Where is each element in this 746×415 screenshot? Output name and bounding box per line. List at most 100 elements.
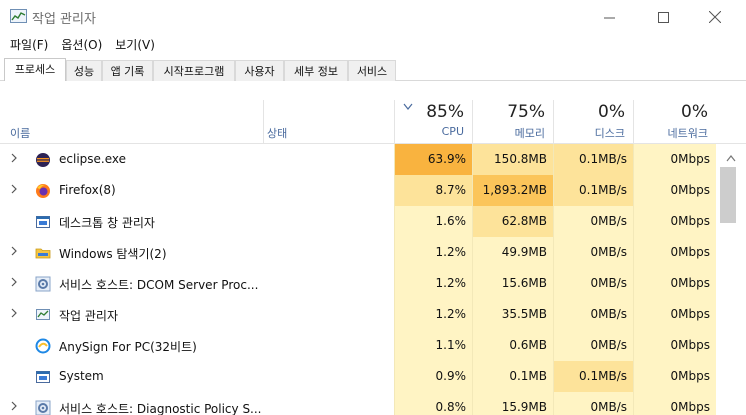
close-icon: [709, 11, 721, 23]
column-header-disk[interactable]: 0% 디스크: [553, 100, 633, 144]
process-memory-value: 49.9MB: [472, 237, 553, 268]
window-icon: [35, 369, 51, 385]
task-manager-app-icon: [10, 9, 27, 24]
disk-column-label: 디스크: [594, 127, 625, 140]
column-header-network[interactable]: 0% 네트워크: [633, 100, 716, 144]
process-name: AnySign For PC(32비트): [59, 340, 197, 354]
network-total-percent: 0%: [681, 102, 708, 122]
process-network-value: 0Mbps: [633, 144, 716, 175]
process-memory-value: 62.8MB: [472, 206, 553, 237]
cpu-column-label: CPU: [441, 125, 464, 138]
process-row[interactable]: 작업 관리자 1.2% 35.5MB 0MB/s 0Mbps: [0, 299, 716, 330]
tab-performance[interactable]: 성능: [66, 60, 102, 81]
chevron-right-icon[interactable]: [10, 400, 20, 414]
disk-total-percent: 0%: [598, 102, 625, 122]
folder-icon: [35, 245, 51, 261]
minimize-button[interactable]: [586, 0, 632, 34]
process-disk-value: 0MB/s: [553, 237, 633, 268]
column-header-cpu[interactable]: 85% CPU: [394, 100, 472, 144]
process-name: Windows 탐색기(2): [59, 247, 167, 261]
process-memory-value: 0.6MB: [472, 330, 553, 361]
tab-app-history[interactable]: 앱 기록: [102, 60, 153, 81]
scroll-up-icon[interactable]: [724, 152, 738, 164]
process-disk-value: 0MB/s: [553, 299, 633, 330]
network-column-label: 네트워크: [667, 127, 708, 140]
process-network-value: 0Mbps: [633, 237, 716, 268]
process-network-value: 0Mbps: [633, 175, 716, 206]
process-cpu-value: 63.9%: [394, 144, 472, 175]
window-icon: [35, 214, 51, 230]
process-name: 서비스 호스트: Diagnostic Policy S...: [59, 402, 262, 415]
memory-column-label: 메모리: [514, 127, 545, 140]
process-name: eclipse.exe: [59, 152, 127, 166]
process-memory-value: 1,893.2MB: [472, 175, 553, 206]
process-name: 데스크톱 창 관리자: [59, 216, 155, 230]
gear-icon: [35, 400, 51, 415]
sort-descending-icon: [403, 100, 413, 115]
column-header-name[interactable]: 이름: [10, 125, 30, 141]
vertical-scrollbar[interactable]: [716, 144, 746, 415]
process-cpu-value: 1.6%: [394, 206, 472, 237]
menu-view[interactable]: 보기(V): [115, 34, 155, 56]
window-title: 작업 관리자: [32, 12, 96, 27]
memory-total-percent: 75%: [507, 102, 545, 122]
process-disk-value: 0MB/s: [553, 268, 633, 299]
process-cpu-value: 1.2%: [394, 268, 472, 299]
process-row[interactable]: AnySign For PC(32비트) 1.1% 0.6MB 0MB/s 0Mbps: [0, 330, 716, 361]
process-row[interactable]: Firefox(8) 8.7% 1,893.2MB 0.1MB/s 0Mbps: [0, 175, 716, 206]
close-button[interactable]: [692, 0, 738, 34]
chevron-right-icon[interactable]: [10, 245, 20, 259]
tab-details[interactable]: 세부 정보: [284, 60, 348, 81]
process-row[interactable]: eclipse.exe 63.9% 150.8MB 0.1MB/s 0Mbps: [0, 144, 716, 175]
anysign-icon: [35, 338, 51, 354]
process-row[interactable]: Windows 탐색기(2) 1.2% 49.9MB 0MB/s 0Mbps: [0, 237, 716, 268]
process-memory-value: 15.6MB: [472, 268, 553, 299]
process-disk-value: 0MB/s: [553, 392, 633, 415]
chevron-right-icon[interactable]: [10, 183, 20, 197]
process-cpu-value: 8.7%: [394, 175, 472, 206]
process-row[interactable]: 서비스 호스트: DCOM Server Proc... 1.2% 15.6MB 0M…: [0, 268, 716, 299]
process-row[interactable]: 서비스 호스트: Diagnostic Policy S... 0.8% 15.9M…: [0, 392, 716, 415]
chevron-right-icon[interactable]: [10, 152, 20, 166]
scroll-thumb[interactable]: [720, 167, 736, 223]
tab-processes[interactable]: 프로세스: [4, 58, 66, 81]
column-header-memory[interactable]: 75% 메모리: [472, 100, 553, 144]
maximize-button[interactable]: [640, 0, 686, 34]
process-name: 작업 관리자: [59, 309, 119, 323]
header-divider: [263, 100, 264, 144]
process-memory-value: 35.5MB: [472, 299, 553, 330]
process-row[interactable]: System 0.9% 0.1MB 0.1MB/s 0Mbps: [0, 361, 716, 392]
menu-file[interactable]: 파일(F): [10, 34, 48, 56]
process-disk-value: 0.1MB/s: [553, 175, 633, 206]
column-header-status[interactable]: 상태: [267, 125, 287, 141]
process-memory-value: 150.8MB: [472, 144, 553, 175]
process-memory-value: 0.1MB: [472, 361, 553, 392]
column-header-row: 85% CPU 75% 메모리 0% 디스크 0% 네트워크: [0, 100, 746, 144]
gear-icon: [35, 276, 51, 292]
process-network-value: 0Mbps: [633, 361, 716, 392]
taskmgr-icon: [35, 307, 51, 323]
process-list: eclipse.exe 63.9% 150.8MB 0.1MB/s 0Mbps Firef…: [0, 144, 716, 415]
process-disk-value: 0MB/s: [553, 206, 633, 237]
menu-bar: 파일(F) 옵션(O) 보기(V): [0, 34, 746, 56]
tab-users[interactable]: 사용자: [235, 60, 284, 81]
process-network-value: 0Mbps: [633, 268, 716, 299]
process-cpu-value: 1.2%: [394, 299, 472, 330]
process-name: 서비스 호스트: DCOM Server Proc...: [59, 278, 259, 292]
eclipse-icon: [35, 152, 51, 168]
process-network-value: 0Mbps: [633, 392, 716, 415]
process-row[interactable]: 데스크톱 창 관리자 1.6% 62.8MB 0MB/s 0Mbps: [0, 206, 716, 237]
process-cpu-value: 0.8%: [394, 392, 472, 415]
process-disk-value: 0.1MB/s: [553, 144, 633, 175]
process-name: Firefox(8): [59, 183, 116, 197]
chevron-right-icon[interactable]: [10, 307, 20, 321]
process-disk-value: 0.1MB/s: [553, 361, 633, 392]
chevron-right-icon[interactable]: [10, 276, 20, 290]
tab-strip: 프로세스 성능 앱 기록 시작프로그램 사용자 세부 정보 서비스: [0, 58, 746, 81]
process-network-value: 0Mbps: [633, 330, 716, 361]
tab-startup[interactable]: 시작프로그램: [153, 60, 235, 81]
process-name: System: [59, 369, 104, 383]
menu-options[interactable]: 옵션(O): [61, 34, 102, 56]
process-cpu-value: 0.9%: [394, 361, 472, 392]
tab-services[interactable]: 서비스: [348, 60, 396, 81]
